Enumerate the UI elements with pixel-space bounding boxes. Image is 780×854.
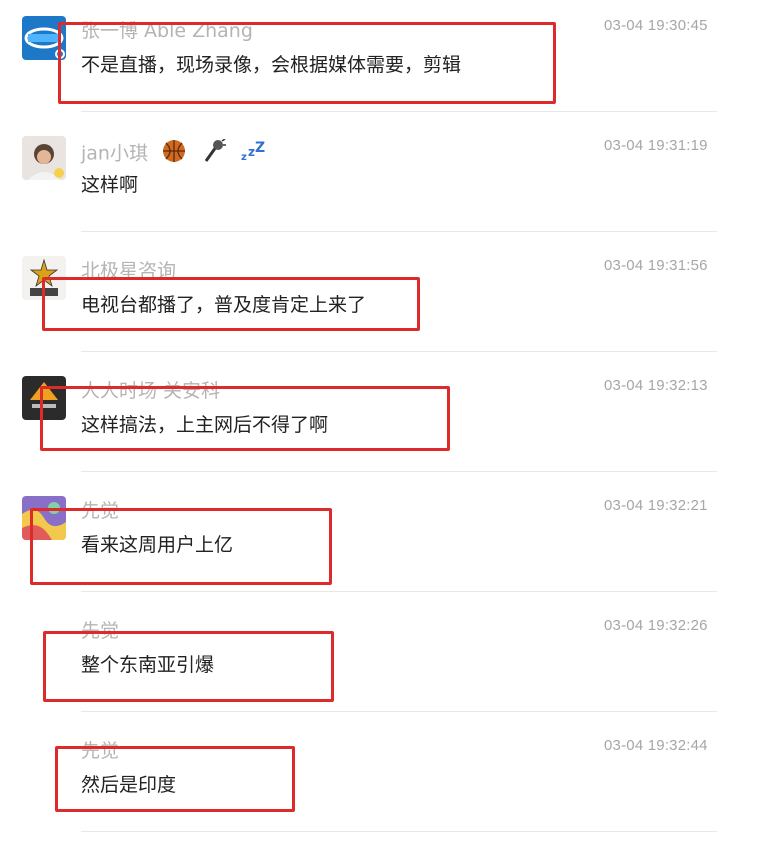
svg-text:Z: Z: [255, 140, 265, 156]
message-divider: [81, 711, 717, 712]
svg-text:z: z: [248, 145, 255, 159]
message-text: 这样啊: [81, 174, 139, 196]
highlight-box: [55, 746, 295, 812]
sender-name[interactable]: jan小琪 z z Z: [81, 138, 266, 169]
message-timestamp: 03-04 19:30:45: [604, 17, 708, 34]
sender-name-text: jan小琪: [81, 142, 148, 165]
chat-message: jan小琪 z z Z 03-04 19:31:19 这样啊: [0, 120, 780, 240]
message-timestamp: 03-04 19:32:21: [604, 497, 708, 514]
message-divider: [81, 471, 717, 472]
message-timestamp: 03-04 19:31:56: [604, 257, 708, 274]
message-divider: [81, 351, 717, 352]
message-divider: [81, 111, 717, 112]
basketball-icon: [162, 139, 186, 169]
person-photo-avatar[interactable]: [22, 136, 66, 180]
highlight-box: [30, 508, 332, 585]
message-timestamp: 03-04 19:32:13: [604, 377, 708, 394]
highlight-box: [42, 277, 420, 331]
svg-text:z: z: [241, 152, 247, 163]
message-divider: [81, 231, 717, 232]
chat-message-list: 张一博 Able Zhang 03-04 19:30:45 不是直播，现场录像，…: [0, 0, 780, 854]
message-timestamp: 03-04 19:32:26: [604, 617, 708, 634]
message-divider: [81, 831, 717, 832]
message-timestamp: 03-04 19:32:44: [604, 737, 708, 754]
highlight-box: [43, 631, 334, 702]
message-timestamp: 03-04 19:31:19: [604, 137, 708, 154]
message-divider: [81, 591, 717, 592]
highlight-box: [40, 386, 450, 451]
microphone-icon: [200, 138, 227, 169]
highlight-box: [58, 22, 556, 104]
zzz-icon: z z Z: [240, 139, 266, 169]
